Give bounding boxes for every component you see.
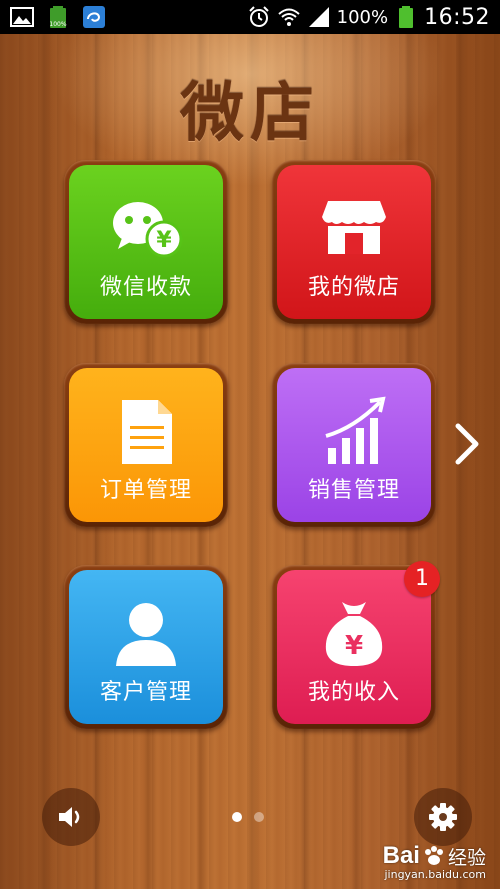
- tile-customer-management[interactable]: 客户管理: [64, 565, 228, 729]
- wechat-payment-icon: ¥: [106, 193, 186, 265]
- tile-label: 我的收入: [307, 680, 400, 705]
- gear-icon: [429, 803, 457, 831]
- tile-order-management[interactable]: 订单管理: [64, 363, 228, 527]
- app-title: 微店: [180, 77, 320, 151]
- watermark-brand-cn: 经验: [447, 846, 486, 869]
- wifi-icon: [277, 8, 300, 26]
- tile-wechat-payment[interactable]: ¥ 微信收款: [64, 160, 228, 324]
- svg-text:¥: ¥: [345, 631, 363, 661]
- tile-sales-management[interactable]: 销售管理: [272, 363, 436, 527]
- tile-label: 销售管理: [307, 478, 400, 503]
- battery-saver-icon: 100%: [49, 6, 67, 28]
- page-dot: [254, 812, 264, 822]
- tile-label: 订单管理: [99, 478, 192, 503]
- status-bar: 100% 100% 16:52: [0, 0, 500, 34]
- tile-my-income[interactable]: ¥ 我的收入 1: [272, 561, 440, 729]
- tile-label: 微信收款: [99, 275, 192, 300]
- clock: 16:52: [424, 4, 490, 30]
- sales-chart-icon: [314, 396, 394, 468]
- svg-text:100%: 100%: [49, 21, 66, 28]
- tile-my-store[interactable]: 我的微店: [272, 160, 436, 324]
- signal-icon: [308, 7, 329, 27]
- customer-icon: [106, 598, 186, 670]
- paw-icon: [424, 846, 443, 865]
- page-indicator: [232, 812, 264, 822]
- store-icon: [314, 193, 394, 265]
- battery-icon: [399, 6, 414, 28]
- sound-button[interactable]: [42, 788, 100, 846]
- chevron-right-icon[interactable]: [452, 422, 484, 466]
- money-bag-icon: ¥: [314, 598, 394, 670]
- tile-label: 我的微店: [307, 275, 400, 300]
- watermark-url: jingyan.baidu.com: [384, 868, 486, 881]
- app-icon: [83, 6, 105, 28]
- battery-percent: 100%: [336, 6, 389, 28]
- image-icon: [10, 7, 34, 27]
- alarm-icon: [248, 6, 269, 27]
- speaker-icon: [59, 807, 80, 827]
- settings-button[interactable]: [414, 788, 472, 846]
- svg-text:¥: ¥: [156, 228, 172, 253]
- watermark-brand: Bai: [382, 842, 420, 869]
- tile-label: 客户管理: [99, 680, 192, 705]
- page-dot-active: [232, 812, 242, 822]
- notification-badge: 1: [404, 561, 440, 597]
- document-icon: [106, 396, 186, 468]
- baidu-watermark: Bai 经验 jingyan.baidu.com: [383, 842, 486, 881]
